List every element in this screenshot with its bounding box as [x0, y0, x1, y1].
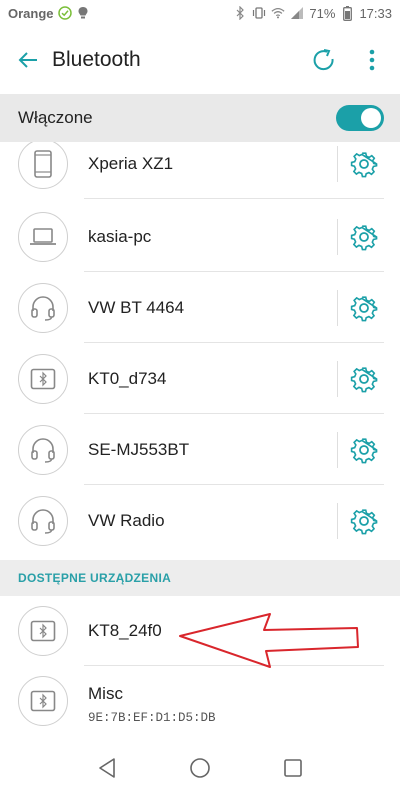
device-name: SE-MJ553BT: [88, 439, 190, 459]
gear-icon: [350, 508, 378, 534]
gear-icon: [350, 437, 378, 463]
status-left: Orange: [8, 6, 90, 21]
paired-device-row[interactable]: KT0_d734: [0, 343, 400, 414]
signal-icon: [290, 6, 304, 20]
back-button[interactable]: [4, 36, 52, 84]
nav-recents-button[interactable]: [273, 748, 313, 788]
device-avatar: [18, 495, 68, 546]
device-name: VW Radio: [88, 510, 165, 530]
device-settings-button[interactable]: [348, 221, 380, 253]
home-circle-icon: [190, 758, 210, 778]
device-name: Xperia XZ1: [88, 153, 174, 173]
device-avatar: [18, 211, 68, 262]
gear-icon: [350, 151, 378, 177]
back-arrow-icon: [18, 52, 37, 68]
bluetooth-switch[interactable]: [336, 105, 384, 131]
paired-device-row[interactable]: VW Radio: [0, 485, 400, 556]
switch-knob: [361, 108, 381, 128]
bluetooth-device-icon: [30, 620, 56, 642]
device-name: kasia-pc: [88, 226, 152, 246]
device-settings-button[interactable]: [348, 434, 380, 466]
divider: [337, 502, 338, 539]
gear-icon: [350, 295, 378, 321]
laptop-icon: [30, 227, 56, 245]
toggle-label: Włączone: [18, 108, 93, 127]
triangle-back-icon: [98, 758, 115, 778]
gear-icon: [350, 366, 378, 392]
vibrate-icon: [252, 6, 266, 20]
headset-icon: [31, 295, 55, 321]
row-divider: [84, 198, 384, 199]
navigation-bar: [0, 736, 400, 800]
status-bar: Orange 71% 17:33: [0, 0, 400, 26]
device-address: 9E:7B:EF:D1:D5:DB: [88, 711, 216, 725]
available-device-row[interactable]: KT8_24f0: [0, 596, 400, 666]
divider: [337, 431, 338, 468]
headset-icon: [31, 437, 55, 463]
available-device-row[interactable]: Misc 9E:7B:EF:D1:D5:DB: [0, 666, 400, 736]
divider: [337, 145, 338, 182]
nav-back-button[interactable]: [87, 748, 127, 788]
refresh-icon: [313, 49, 334, 71]
lightbulb-icon: [76, 6, 90, 20]
divider: [337, 289, 338, 326]
paired-device-row[interactable]: kasia-pc: [0, 201, 400, 272]
device-name: VW BT 4464: [88, 297, 185, 317]
status-right: 71% 17:33: [233, 5, 392, 21]
bluetooth-toggle-row[interactable]: Włączone: [0, 94, 400, 142]
bluetooth-status-icon: [233, 6, 247, 20]
carrier-name: Orange: [8, 5, 54, 21]
square-recents-icon: [284, 759, 303, 777]
refresh-button[interactable]: [300, 36, 348, 84]
page-title: Bluetooth: [52, 48, 141, 71]
gear-icon: [350, 224, 378, 250]
clock-time: 17:33: [359, 5, 392, 21]
more-options-button[interactable]: [348, 36, 396, 84]
device-name: KT0_d734: [88, 368, 167, 388]
divider: [337, 218, 338, 255]
device-settings-button[interactable]: [348, 292, 380, 324]
nav-home-button[interactable]: [180, 748, 220, 788]
device-avatar: [18, 282, 68, 333]
device-avatar: [18, 142, 68, 189]
device-avatar: [18, 676, 68, 726]
device-avatar: [18, 353, 68, 404]
device-settings-button[interactable]: [348, 148, 380, 180]
app-bar-actions: [300, 36, 400, 84]
more-vert-icon: [369, 49, 375, 71]
phone-icon: [34, 149, 52, 178]
device-avatar: [18, 424, 68, 475]
battery-percent: 71%: [309, 5, 336, 21]
device-name: Misc: [88, 684, 123, 703]
divider: [337, 360, 338, 397]
wifi-icon: [271, 6, 285, 20]
paired-device-list: Xperia XZ1 kasia-pc VW BT 4464 KT0_d734 …: [0, 142, 400, 560]
device-name: KT8_24f0: [88, 621, 162, 640]
device-settings-button[interactable]: [348, 505, 380, 537]
battery-icon: [340, 5, 354, 21]
paired-device-row[interactable]: Xperia XZ1: [0, 142, 400, 199]
headset-icon: [31, 508, 55, 534]
device-settings-button[interactable]: [348, 363, 380, 395]
device-avatar: [18, 606, 68, 656]
paired-device-row[interactable]: VW BT 4464: [0, 272, 400, 343]
available-devices-header: DOSTĘPNE URZĄDZENIA: [0, 560, 400, 596]
check-circle-icon: [57, 6, 72, 20]
bluetooth-device-icon: [30, 690, 56, 712]
bluetooth-device-icon: [30, 368, 56, 389]
paired-device-row[interactable]: SE-MJ553BT: [0, 414, 400, 485]
app-bar: Bluetooth: [0, 26, 400, 94]
